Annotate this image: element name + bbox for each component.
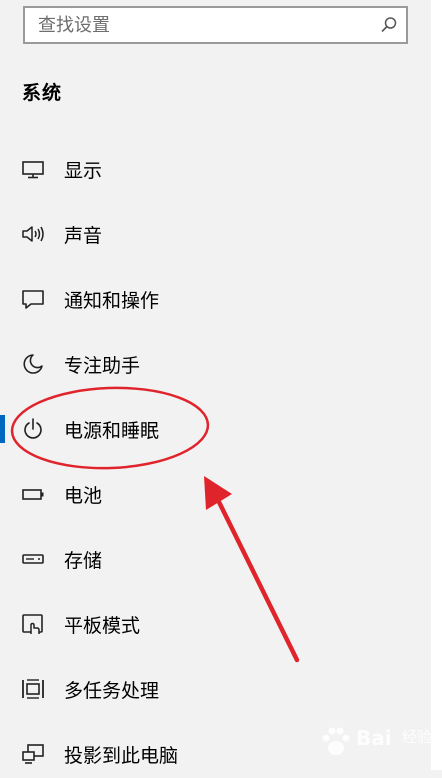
battery-icon <box>20 482 46 506</box>
nav-item-power-sleep[interactable]: 电源和睡眠 <box>0 405 430 453</box>
speaker-icon <box>20 222 46 246</box>
search-icon[interactable] <box>380 16 398 34</box>
section-title: 系统 <box>22 82 63 104</box>
nav-item-label: 多任务处理 <box>64 680 160 702</box>
search-input[interactable] <box>25 8 365 42</box>
multitasking-icon <box>20 677 46 701</box>
nav-item-label: 存储 <box>64 550 103 572</box>
nav-item-label: 电池 <box>64 485 103 507</box>
search-box[interactable] <box>23 6 408 44</box>
watermark: Bai 经验 <box>318 722 438 762</box>
watermark-sub: 经验 <box>402 728 433 746</box>
selected-indicator <box>0 415 5 443</box>
nav-item-label: 电源和睡眠 <box>64 420 160 442</box>
nav-item-storage[interactable]: 存储 <box>0 535 430 583</box>
paw-logo-icon <box>322 727 350 755</box>
nav-item-label: 声音 <box>64 225 103 247</box>
projection-icon <box>20 742 46 766</box>
nav-item-battery[interactable]: 电池 <box>0 470 430 518</box>
moon-icon <box>20 352 46 376</box>
nav-item-tablet-mode[interactable]: 平板模式 <box>0 600 430 648</box>
window-edge <box>431 0 442 770</box>
notification-icon <box>20 287 46 311</box>
nav-item-label: 专注助手 <box>64 355 141 377</box>
power-icon <box>20 417 46 441</box>
nav-item-label: 显示 <box>64 160 103 182</box>
nav-item-notifications[interactable]: 通知和操作 <box>0 275 430 323</box>
nav-item-multitasking[interactable]: 多任务处理 <box>0 665 430 713</box>
monitor-icon <box>20 157 46 181</box>
nav-item-display[interactable]: 显示 <box>0 145 430 193</box>
nav-item-focus-assist[interactable]: 专注助手 <box>0 340 430 388</box>
nav-item-label: 投影到此电脑 <box>64 745 179 767</box>
nav-item-sound[interactable]: 声音 <box>0 210 430 258</box>
nav-item-label: 通知和操作 <box>64 290 160 312</box>
storage-drive-icon <box>20 547 46 571</box>
nav-item-label: 平板模式 <box>64 615 141 637</box>
tablet-icon <box>20 612 46 636</box>
watermark-text: Bai <box>356 726 392 750</box>
